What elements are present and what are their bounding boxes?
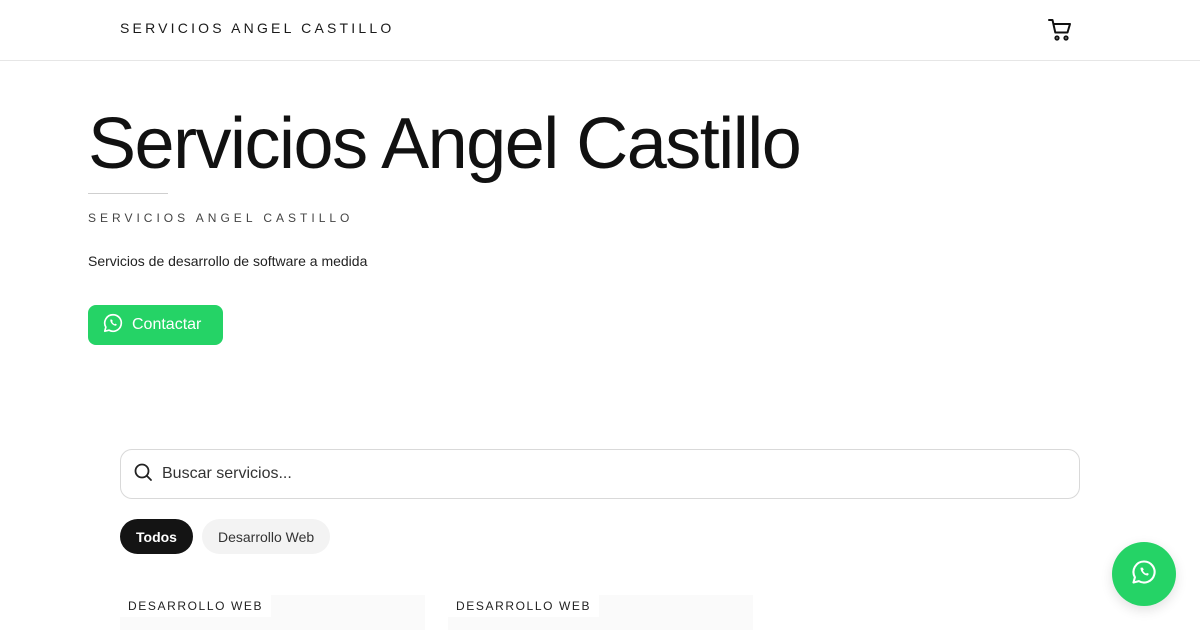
whatsapp-icon xyxy=(102,312,124,339)
brand-name[interactable]: SERVICIOS ANGEL CASTILLO xyxy=(120,20,394,36)
cart-icon[interactable] xyxy=(1047,18,1073,42)
card-category-tag: DESARROLLO WEB xyxy=(448,595,600,617)
hero-description: Servicios de desarrollo de software a me… xyxy=(88,253,368,269)
top-bar: SERVICIOS ANGEL CASTILLO xyxy=(0,0,1200,61)
contact-button[interactable]: Contactar xyxy=(88,305,223,345)
hero-subtitle: SERVICIOS ANGEL CASTILLO xyxy=(88,211,354,225)
title-divider xyxy=(88,193,168,194)
whatsapp-icon xyxy=(1130,558,1158,591)
service-card[interactable]: DESARROLLO WEB xyxy=(120,595,425,630)
search-bar xyxy=(120,449,1080,499)
filter-chips: Todos Desarrollo Web xyxy=(120,519,331,554)
service-card[interactable]: DESARROLLO WEB xyxy=(448,595,753,630)
filter-chip-desarrollo-web[interactable]: Desarrollo Web xyxy=(201,519,331,554)
card-category-tag: DESARROLLO WEB xyxy=(120,595,272,617)
page-title: Servicios Angel Castillo xyxy=(88,104,802,184)
search-icon xyxy=(133,462,153,487)
whatsapp-floating-button[interactable] xyxy=(1112,542,1176,606)
contact-button-label: Contactar xyxy=(132,316,202,333)
filter-chip-todos[interactable]: Todos xyxy=(120,519,193,554)
search-input[interactable] xyxy=(162,465,1042,483)
